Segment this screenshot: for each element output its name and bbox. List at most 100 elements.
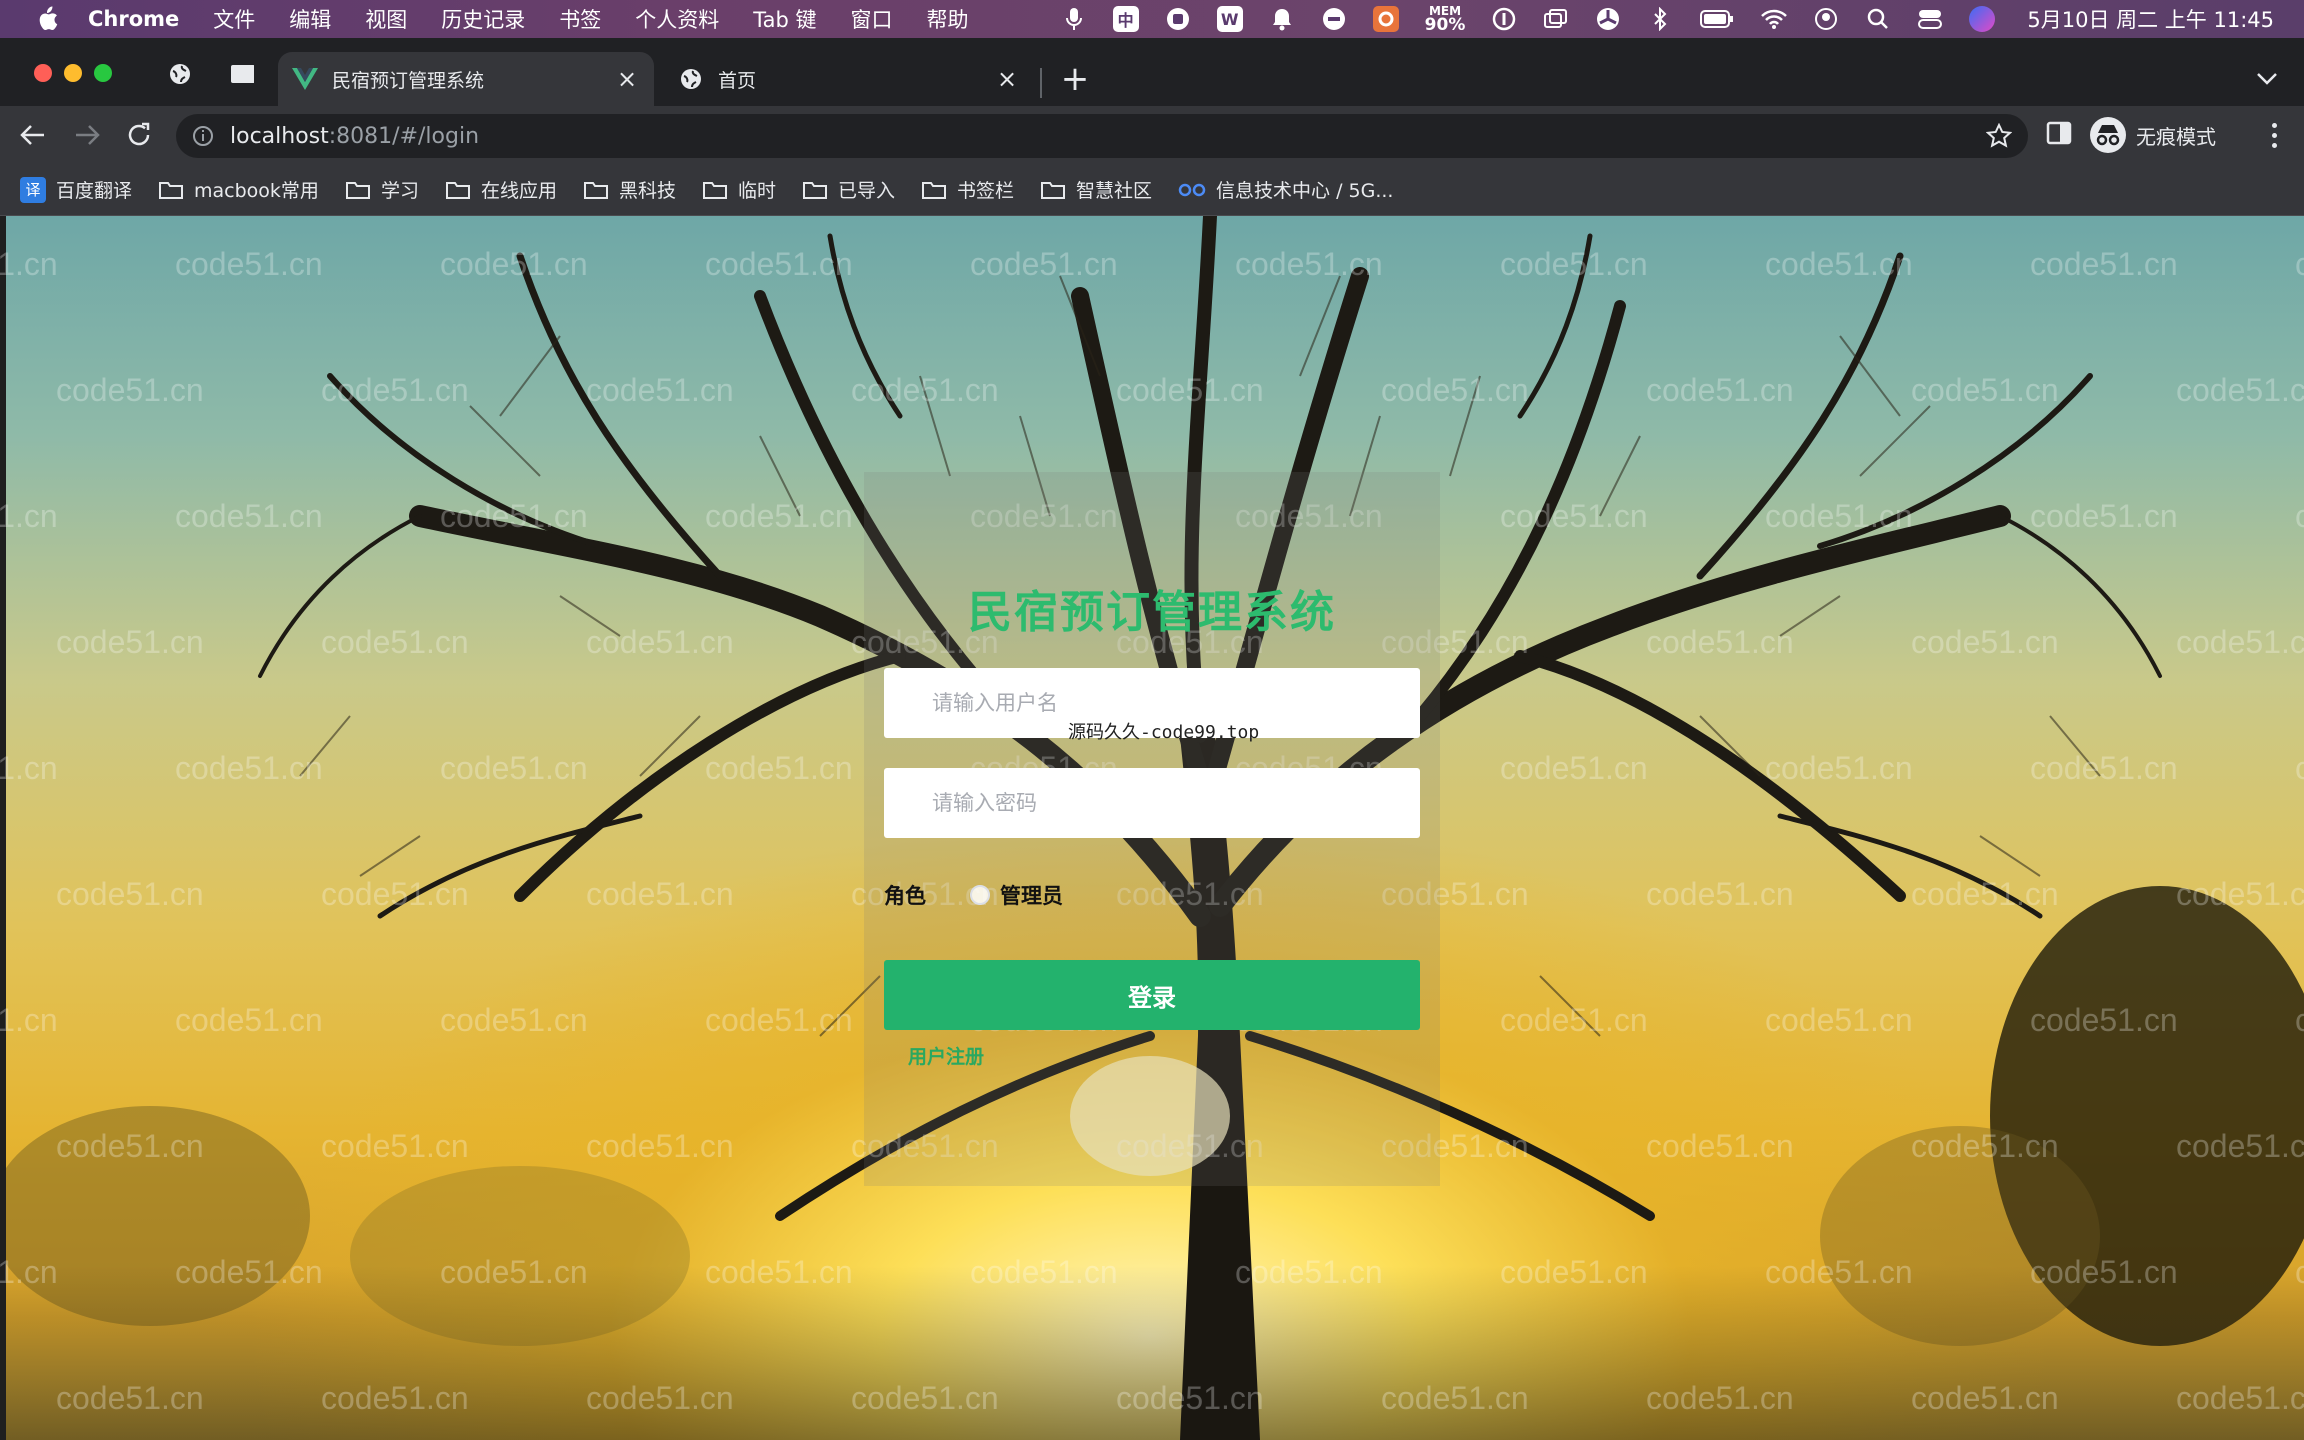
apple-menu-icon[interactable]	[34, 6, 60, 32]
watermark-text: code51.cn	[2295, 1254, 2304, 1290]
window-close-button[interactable]	[34, 64, 52, 82]
window-stack-icon[interactable]	[1543, 6, 1569, 32]
watermark-text: code51.cn	[321, 876, 469, 912]
bookmark-item[interactable]: 书签栏	[921, 176, 1014, 203]
watermark-text: code51.cn	[2295, 498, 2304, 534]
tab-search-chevron-icon[interactable]	[2254, 66, 2280, 92]
menu-window[interactable]: 窗口	[851, 4, 893, 34]
minus-circle-icon[interactable]	[1321, 6, 1347, 32]
microphone-icon[interactable]	[1061, 6, 1087, 32]
watermark-text: code51.cn	[705, 1254, 853, 1290]
bookmark-item[interactable]: 临时	[702, 176, 776, 203]
tab-close-icon[interactable]: ×	[614, 65, 640, 93]
bluetooth-icon[interactable]	[1647, 6, 1673, 32]
address-bar[interactable]: localhost:8081/#/login	[176, 114, 2028, 158]
menu-edit[interactable]: 编辑	[289, 4, 331, 34]
word-app-icon[interactable]: W	[1216, 6, 1243, 32]
watermark-text: code51.cn	[1116, 1380, 1264, 1416]
control-center-icon[interactable]	[1917, 6, 1943, 32]
wifi-icon[interactable]	[1761, 6, 1788, 32]
watermark-text: code51.cn	[1500, 1002, 1648, 1038]
system-title: 民宿预订管理系统	[968, 587, 1336, 638]
bookmark-star-icon[interactable]	[1985, 122, 2013, 149]
translate-icon: 译	[20, 176, 46, 203]
watermark-text: code51.cn	[1765, 1002, 1913, 1038]
bookmark-item[interactable]: macbook常用	[158, 176, 319, 203]
watermark-text: code51.cn	[1765, 498, 1913, 534]
login-button[interactable]: 登录	[884, 960, 1420, 1030]
watermark-text: code51.cn	[1500, 498, 1648, 534]
watermark-text: code51.cn	[1646, 1380, 1794, 1416]
watermark-text: code51.cn	[0, 1002, 58, 1038]
memory-indicator[interactable]: MEM 90%	[1425, 5, 1466, 34]
tab-home[interactable]: 首页 ×	[664, 52, 1034, 106]
watermark-text: code51.cn	[175, 1254, 323, 1290]
incognito-profile-button[interactable]: 无痕模式	[2090, 114, 2216, 156]
watermark-text: code51.cn	[2176, 876, 2304, 912]
password-app-icon[interactable]	[1491, 6, 1517, 32]
side-panel-icon[interactable]	[2046, 120, 2074, 148]
role-radio-admin[interactable]	[970, 885, 990, 905]
menu-tab[interactable]: Tab 键	[753, 4, 816, 34]
bookmark-item[interactable]: 信息技术中心 / 5G...	[1178, 176, 1393, 203]
watermark-text: code51.cn	[56, 372, 204, 408]
watermark-text: code51.cn	[1646, 1128, 1794, 1164]
watermark-text: code51.cn	[56, 876, 204, 912]
bookmark-item[interactable]: 智慧社区	[1040, 176, 1152, 203]
menu-view[interactable]: 视图	[365, 4, 407, 34]
register-link[interactable]: 用户注册	[908, 1042, 984, 1069]
bookmark-label: 已导入	[838, 180, 896, 202]
watermark-text: code51.cn	[970, 1254, 1118, 1290]
bookmark-item[interactable]: 已导入	[802, 176, 895, 203]
pinned-tab-page-icon[interactable]	[230, 62, 254, 86]
menubar-app-name[interactable]: Chrome	[88, 7, 179, 31]
chrome-toolbar: localhost:8081/#/login 无痕模式	[0, 106, 2304, 164]
watermark-text: code51.cn	[1765, 750, 1913, 786]
fan-icon[interactable]	[1595, 6, 1621, 32]
battery-icon[interactable]	[1699, 6, 1735, 32]
bookmark-item[interactable]: 译 百度翻译	[20, 176, 132, 203]
spotlight-search-icon[interactable]	[1865, 6, 1891, 32]
bell-icon[interactable]	[1269, 6, 1295, 32]
watermark-text: code51.cn	[321, 1380, 469, 1416]
menubar-clock[interactable]: 5月10日 周二 上午 11:45	[2027, 4, 2274, 34]
watermark-text: code51.cn	[2030, 1254, 2178, 1290]
watermark-text: code51.cn	[1911, 372, 2059, 408]
tab-close-icon[interactable]: ×	[994, 65, 1020, 93]
role-option-admin-label[interactable]: 管理员	[1000, 880, 1063, 910]
menubar-status-area: 中 W MEM 90% 5月10日 周二 上午 11:45	[1061, 0, 2274, 38]
watermark-text: code51.cn	[56, 1380, 204, 1416]
watermark-text: code51.cn	[1235, 1254, 1383, 1290]
record-icon[interactable]	[1165, 6, 1191, 32]
tab-active[interactable]: 民宿预订管理系统 ×	[278, 52, 654, 106]
reload-icon[interactable]	[122, 118, 156, 152]
input-method-icon[interactable]: 中	[1112, 6, 1139, 32]
menu-file[interactable]: 文件	[213, 4, 255, 34]
window-minimize-button[interactable]	[64, 64, 82, 82]
gear-app-icon[interactable]	[1372, 6, 1399, 32]
bookmark-item[interactable]: 在线应用	[445, 176, 557, 203]
tab-separator	[1040, 68, 1042, 98]
url-text[interactable]: localhost:8081/#/login	[230, 124, 479, 149]
menu-help[interactable]: 帮助	[927, 4, 969, 34]
chrome-menu-icon[interactable]	[2264, 120, 2284, 150]
menu-bookmarks[interactable]: 书签	[559, 4, 601, 34]
watermark-text: code51.cn	[0, 1254, 58, 1290]
password-field[interactable]	[884, 768, 1420, 838]
back-arrow-icon[interactable]	[16, 118, 50, 152]
bookmark-item[interactable]: 黑科技	[583, 176, 676, 203]
menu-history[interactable]: 历史记录	[441, 4, 525, 34]
user-account-icon[interactable]	[1813, 6, 1839, 32]
username-input[interactable]	[932, 691, 1420, 715]
pinned-tab-globe-icon[interactable]	[168, 62, 192, 86]
forward-arrow-icon[interactable]	[70, 118, 104, 152]
window-zoom-button[interactable]	[94, 64, 112, 82]
bookmark-item[interactable]: 学习	[345, 176, 419, 203]
password-input[interactable]	[932, 791, 1420, 815]
folder-icon	[1041, 181, 1066, 199]
menu-profiles[interactable]: 个人资料	[635, 4, 719, 34]
site-info-icon[interactable]	[190, 123, 216, 149]
new-tab-plus-icon[interactable]: +	[1060, 59, 1090, 99]
watermark-text: code51.cn	[440, 1002, 588, 1038]
siri-icon[interactable]	[1969, 6, 1996, 32]
